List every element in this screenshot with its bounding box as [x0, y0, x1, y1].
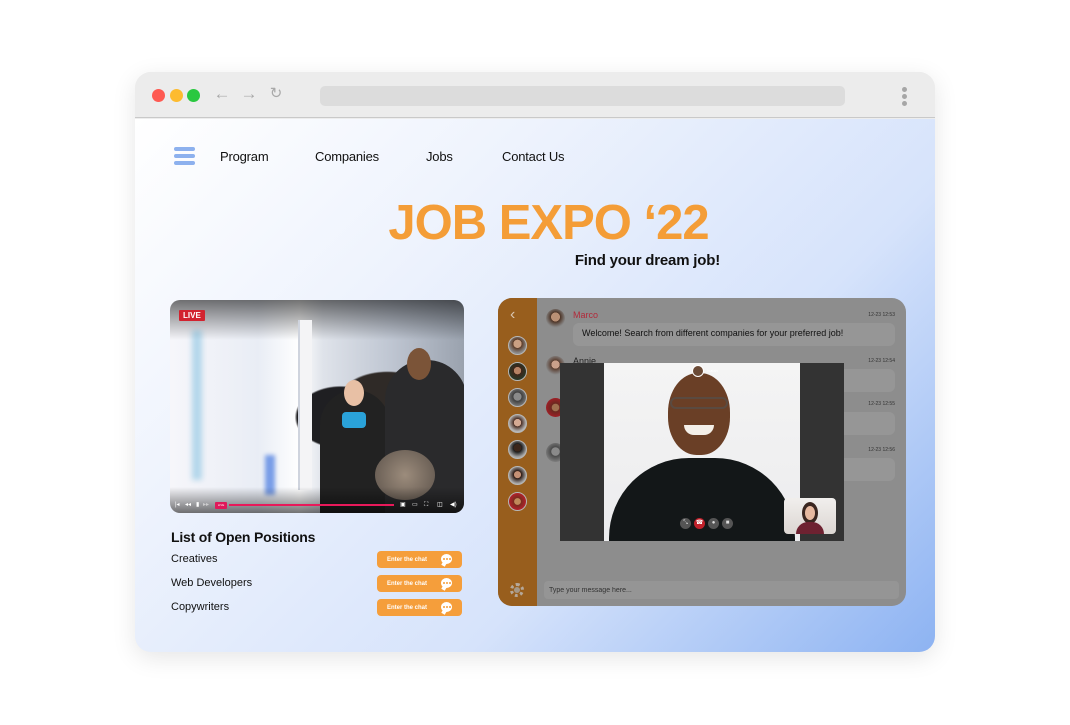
minimize-window-button[interactable]	[170, 89, 183, 102]
video-controls-bar	[170, 487, 464, 513]
contact-avatar[interactable]	[508, 336, 527, 355]
message-sender: Marco	[573, 310, 599, 320]
reload-icon[interactable]: ↻	[267, 84, 285, 104]
message-time: 12-23 12:55	[868, 401, 895, 407]
contact-avatar[interactable]	[508, 414, 527, 433]
contact-avatar[interactable]	[508, 440, 527, 459]
enter-chat-button[interactable]: Enter the chat	[377, 575, 462, 592]
nav-link-contact-us[interactable]: Contact Us	[502, 149, 565, 164]
fast-forward-icon[interactable]: ▸▸	[203, 502, 209, 508]
contact-avatar[interactable]	[508, 466, 527, 485]
chat-panel: ‹ Marco 12-23 12:53 Welcome! Search from…	[498, 298, 906, 606]
camera-icon[interactable]: ■	[722, 518, 733, 529]
page-subtitle: Find your dream job!	[574, 252, 720, 269]
message-time: 12-23 12:54	[868, 358, 895, 364]
nav-link-program[interactable]: Program	[220, 149, 269, 164]
message-avatar	[546, 309, 565, 328]
caller-video-feed: Isaiah	[604, 363, 800, 541]
chat-bubble-icon	[441, 554, 452, 564]
position-label: Web Developers	[171, 577, 253, 589]
chat-bubble-icon	[441, 602, 452, 612]
message-text: Welcome! Search from different companies…	[582, 328, 844, 338]
live-badge: LIVE	[179, 310, 205, 321]
rewind-icon[interactable]: ◂◂	[185, 502, 191, 508]
caller-avatar	[692, 365, 704, 377]
skip-back-icon[interactable]: |◂	[175, 502, 180, 508]
self-video-preview	[784, 498, 836, 534]
microphone-icon[interactable]: ●	[708, 518, 719, 529]
live-indicator[interactable]: LIVE	[215, 502, 227, 509]
message-time: 12-23 12:53	[868, 312, 895, 318]
hamburger-menu-icon[interactable]	[174, 147, 195, 165]
enter-chat-button[interactable]: Enter the chat	[377, 599, 462, 616]
browser-toolbar: ← → ↻	[135, 72, 935, 118]
position-item: Web Developers Enter the chat	[171, 575, 463, 593]
hang-up-icon[interactable]: ☎	[694, 518, 705, 529]
contact-avatar[interactable]	[508, 362, 527, 381]
position-item: Copywriters Enter the chat	[171, 599, 463, 617]
settings-gear-icon[interactable]	[510, 583, 524, 597]
chat-message-input[interactable]	[544, 581, 899, 599]
browser-window: ← → ↻ Program Companies Jobs Contact Us …	[135, 72, 935, 652]
more-options-icon[interactable]	[902, 87, 908, 107]
video-progress-bar[interactable]	[229, 504, 394, 506]
position-item: Creatives Enter the chat	[171, 551, 463, 569]
minimize-call-icon[interactable]: ⤡	[680, 518, 691, 529]
volume-icon[interactable]: ◀)	[450, 502, 457, 508]
back-arrow-icon[interactable]: ←	[213, 84, 231, 104]
fullscreen-icon[interactable]: ⛶	[424, 502, 428, 508]
pause-icon[interactable]: ▮	[196, 502, 199, 508]
page-content: Program Companies Jobs Contact Us JOB EX…	[135, 119, 935, 652]
open-positions-heading: List of Open Positions	[171, 529, 316, 545]
chat-toggle-icon[interactable]: ▣	[400, 502, 406, 508]
maximize-window-button[interactable]	[187, 89, 200, 102]
message-bubble: Welcome! Search from different companies…	[573, 323, 895, 346]
caller-name: Isaiah	[707, 368, 718, 373]
chat-contacts-sidebar: ‹	[498, 298, 537, 606]
nav-link-jobs[interactable]: Jobs	[426, 149, 453, 164]
position-label: Copywriters	[171, 601, 230, 613]
video-call-window: Isaiah ⤡ ☎ ● ■	[560, 363, 844, 541]
forward-arrow-icon[interactable]: →	[240, 84, 258, 104]
captions-icon[interactable]: ▭	[412, 502, 418, 508]
enter-chat-button[interactable]: Enter the chat	[377, 551, 462, 568]
picture-in-picture-icon[interactable]: ◫	[437, 502, 443, 508]
live-video-player[interactable]: LIVE |◂ ◂◂ ▮ ▸▸ LIVE ▣ ▭ ⛶ ◫ ◀)	[170, 300, 464, 513]
poster-board	[298, 320, 312, 490]
address-bar[interactable]	[320, 86, 845, 106]
chat-bubble-icon	[441, 578, 452, 588]
contact-avatar[interactable]	[508, 492, 527, 511]
back-chevron-icon[interactable]: ‹	[510, 306, 515, 324]
page-title: JOB EXPO ‘22	[388, 196, 709, 250]
close-window-button[interactable]	[152, 89, 165, 102]
nav-link-companies[interactable]: Companies	[315, 149, 379, 164]
message-time: 12-23 12:56	[868, 447, 895, 453]
contact-avatar[interactable]	[508, 388, 527, 407]
position-label: Creatives	[171, 553, 218, 565]
